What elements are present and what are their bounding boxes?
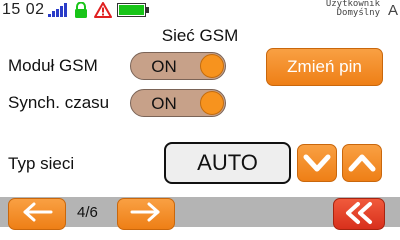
network-type-label: Typ sieci [8,154,75,173]
user-line2: Domyślny [336,8,380,18]
signal-icon [48,3,70,17]
double-chevron-left-icon [346,202,372,224]
network-type-down-button[interactable] [297,144,337,182]
user-label: Użytkownik Domyślny [326,0,380,18]
arrow-right-icon [130,202,160,222]
page-indicator: 4/6 [77,204,98,221]
clock: 15 02 [2,1,45,18]
page-title: Sieć GSM [161,26,239,45]
next-page-button[interactable] [117,198,175,230]
chevron-up-icon [348,154,376,172]
gsm-module-label: Moduł GSM [8,56,98,75]
back-button[interactable] [333,198,385,230]
change-pin-button[interactable]: Zmień pin [266,48,383,86]
sync-time-value: ON [151,94,177,113]
gsm-module-value: ON [151,57,177,76]
lock-icon [75,2,87,18]
user-letter: A [387,2,398,19]
network-type-up-button[interactable] [342,144,382,182]
battery-icon [117,3,149,17]
sync-time-toggle[interactable]: ON [130,89,226,117]
network-type-value: AUTO [164,142,291,184]
warning-icon [94,2,112,18]
toggle-knob [200,54,224,78]
chevron-down-icon [303,154,331,172]
arrow-left-icon [23,202,53,222]
sync-time-label: Synch. czasu [8,93,110,112]
toggle-knob [200,91,224,115]
gsm-module-toggle[interactable]: ON [130,52,226,80]
prev-page-button[interactable] [8,198,66,230]
